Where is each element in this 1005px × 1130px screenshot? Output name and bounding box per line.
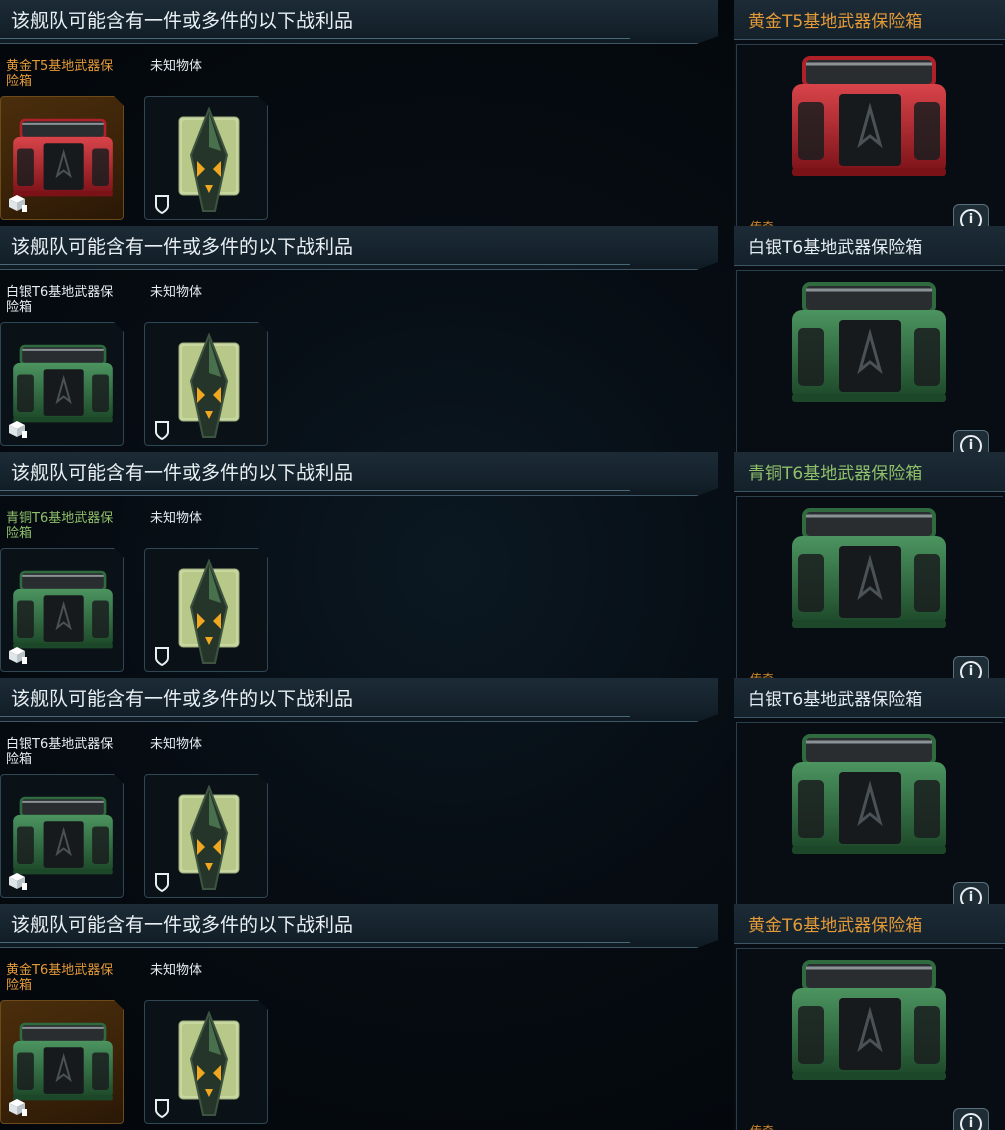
loot-panel: 该舰队可能含有一件或多件的以下战利品 黄金T5基地武器保险箱 未知物体 黄金T5… xyxy=(0,0,1005,226)
cube-badge-icon xyxy=(7,193,29,213)
loot-header: 该舰队可能含有一件或多件的以下战利品 xyxy=(0,678,718,722)
shield-badge-icon xyxy=(153,645,175,667)
loot-header: 该舰队可能含有一件或多件的以下战利品 xyxy=(0,904,718,948)
loot-item-name: 黄金T5基地武器保险箱 xyxy=(6,59,114,89)
preview-title: 白银T6基地武器保险箱 xyxy=(748,690,923,710)
cube-badge-icon xyxy=(7,419,29,439)
preview-header: 黄金T6基地武器保险箱 xyxy=(734,904,1005,944)
weapon-crate-icon xyxy=(784,276,954,411)
loot-panel: 该舰队可能含有一件或多件的以下战利品 青铜T6基地武器保险箱 未知物体 青铜T6… xyxy=(0,452,1005,678)
shield-badge-icon xyxy=(153,1097,175,1119)
info-button[interactable]: i xyxy=(953,204,989,226)
crate-thumbnail[interactable] xyxy=(0,322,124,446)
preview-title: 白银T6基地武器保险箱 xyxy=(748,238,923,258)
rarity-label: 传奇 xyxy=(750,1122,774,1130)
item-preview: 白银T6基地武器保险箱 i xyxy=(734,226,1005,452)
loot-header-title: 该舰队可能含有一件或多件的以下战利品 xyxy=(11,10,354,32)
rarity-label: 传奇 xyxy=(750,218,774,226)
unknown-object-icon xyxy=(169,1010,249,1123)
preview-header: 青铜T6基地武器保险箱 xyxy=(734,452,1005,492)
info-button[interactable]: i xyxy=(953,430,989,452)
unknown-object-icon xyxy=(169,332,249,445)
loot-header: 该舰队可能含有一件或多件的以下战利品 xyxy=(0,0,718,44)
loot-header-title: 该舰队可能含有一件或多件的以下战利品 xyxy=(11,462,354,484)
crate-thumbnail[interactable] xyxy=(0,548,124,672)
header-divider xyxy=(0,38,630,39)
loot-header-title: 该舰队可能含有一件或多件的以下战利品 xyxy=(11,236,354,258)
info-icon: i xyxy=(960,209,982,226)
shield-badge-icon xyxy=(153,871,175,893)
crate-thumbnail[interactable] xyxy=(0,1000,124,1124)
crate-thumbnail[interactable] xyxy=(0,96,124,220)
loot-panel: 该舰队可能含有一件或多件的以下战利品 白银T6基地武器保险箱 未知物体 白银T6… xyxy=(0,226,1005,452)
cube-badge-icon xyxy=(7,1097,29,1117)
loot-item-name: 青铜T6基地武器保险箱 xyxy=(6,511,114,541)
unknown-object-icon xyxy=(169,558,249,671)
loot-item-name: 白银T6基地武器保险箱 xyxy=(6,737,114,767)
weapon-crate-icon xyxy=(784,954,954,1089)
info-icon: i xyxy=(960,435,982,452)
loot-item-name: 未知物体 xyxy=(150,963,203,978)
header-dots xyxy=(650,943,662,946)
weapon-crate-icon xyxy=(784,502,954,637)
unknown-object-thumbnail[interactable] xyxy=(144,1000,268,1124)
crate-thumbnail[interactable] xyxy=(0,774,124,898)
header-divider xyxy=(0,942,630,943)
item-preview: 黄金T6基地武器保险箱 传奇 i xyxy=(734,904,1005,1130)
unknown-object-thumbnail[interactable] xyxy=(144,322,268,446)
header-divider xyxy=(0,490,630,491)
info-icon: i xyxy=(960,661,982,678)
preview-title: 黄金T5基地武器保险箱 xyxy=(748,12,923,32)
preview-header: 白银T6基地武器保险箱 xyxy=(734,226,1005,266)
loot-header: 该舰队可能含有一件或多件的以下战利品 xyxy=(0,452,718,496)
loot-item-name: 未知物体 xyxy=(150,59,203,74)
header-divider xyxy=(0,716,630,717)
cube-badge-icon xyxy=(7,871,29,891)
unknown-object-thumbnail[interactable] xyxy=(144,548,268,672)
info-button[interactable]: i xyxy=(953,1108,989,1130)
loot-item-name: 白银T6基地武器保险箱 xyxy=(6,285,114,315)
loot-header: 该舰队可能含有一件或多件的以下战利品 xyxy=(0,226,718,270)
preview-header: 黄金T5基地武器保险箱 xyxy=(734,0,1005,40)
shield-badge-icon xyxy=(153,419,175,441)
item-preview: 白银T6基地武器保险箱 i xyxy=(734,678,1005,904)
weapon-crate-icon xyxy=(784,50,954,185)
info-icon: i xyxy=(960,1113,982,1130)
unknown-object-thumbnail[interactable] xyxy=(144,774,268,898)
preview-title: 黄金T6基地武器保险箱 xyxy=(748,916,923,936)
info-button[interactable]: i xyxy=(953,656,989,678)
header-dots xyxy=(650,717,662,720)
item-preview: 黄金T5基地武器保险箱 传奇 i xyxy=(734,0,1005,226)
loot-item-name: 未知物体 xyxy=(150,511,203,526)
loot-panel: 该舰队可能含有一件或多件的以下战利品 白银T6基地武器保险箱 未知物体 白银T6… xyxy=(0,678,1005,904)
unknown-object-icon xyxy=(169,784,249,897)
loot-item-name: 未知物体 xyxy=(150,737,203,752)
header-divider xyxy=(0,264,630,265)
header-dots xyxy=(650,491,662,494)
preview-title: 青铜T6基地武器保险箱 xyxy=(748,464,923,484)
header-dots xyxy=(650,265,662,268)
info-button[interactable]: i xyxy=(953,882,989,904)
loot-item-name: 黄金T6基地武器保险箱 xyxy=(6,963,114,993)
preview-header: 白银T6基地武器保险箱 xyxy=(734,678,1005,718)
shield-badge-icon xyxy=(153,193,175,215)
weapon-crate-icon xyxy=(784,728,954,863)
loot-panel: 该舰队可能含有一件或多件的以下战利品 黄金T6基地武器保险箱 未知物体 黄金T6… xyxy=(0,904,1005,1130)
rarity-label: 传奇 xyxy=(750,670,774,678)
loot-header-title: 该舰队可能含有一件或多件的以下战利品 xyxy=(11,914,354,936)
info-icon: i xyxy=(960,887,982,904)
loot-item-name: 未知物体 xyxy=(150,285,203,300)
cube-badge-icon xyxy=(7,645,29,665)
loot-header-title: 该舰队可能含有一件或多件的以下战利品 xyxy=(11,688,354,710)
header-dots xyxy=(650,39,662,42)
unknown-object-icon xyxy=(169,106,249,219)
item-preview: 青铜T6基地武器保险箱 传奇 i xyxy=(734,452,1005,678)
unknown-object-thumbnail[interactable] xyxy=(144,96,268,220)
